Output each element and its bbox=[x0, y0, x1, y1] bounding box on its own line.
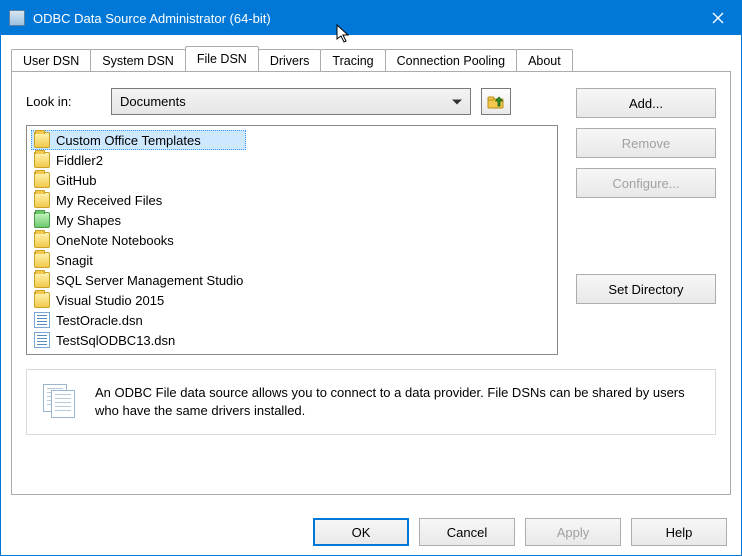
tab-about[interactable]: About bbox=[516, 49, 573, 72]
tab-user-dsn[interactable]: User DSN bbox=[11, 49, 91, 72]
help-button[interactable]: Help bbox=[631, 518, 727, 546]
tab-file-dsn[interactable]: File DSN bbox=[185, 46, 259, 71]
dialog-button-bar: OK Cancel Apply Help bbox=[1, 509, 741, 555]
file-item[interactable]: Visual Studio 2015 bbox=[31, 290, 246, 310]
lookin-and-filebox: Look in: Documents Custom Offic bbox=[26, 88, 558, 355]
file-item[interactable]: My Received Files bbox=[31, 190, 246, 210]
file-item-label: TestSqlODBC13.dsn bbox=[56, 333, 175, 348]
tab-system-dsn[interactable]: System DSN bbox=[90, 49, 186, 72]
tab-bar: User DSNSystem DSNFile DSNDriversTracing… bbox=[11, 45, 731, 71]
up-one-level-button[interactable] bbox=[481, 88, 511, 115]
file-item-label: Custom Office Templates bbox=[56, 133, 201, 148]
window-root: ODBC Data Source Administrator (64-bit) … bbox=[0, 0, 742, 556]
description-text: An ODBC File data source allows you to c… bbox=[95, 384, 699, 420]
file-item[interactable]: Custom Office Templates bbox=[31, 130, 246, 150]
folder-up-icon bbox=[487, 94, 505, 110]
file-item[interactable]: Snagit bbox=[31, 250, 246, 270]
folder-icon bbox=[34, 192, 50, 208]
file-item[interactable]: GitHub bbox=[31, 170, 246, 190]
lookin-value: Documents bbox=[120, 94, 186, 109]
description-icon bbox=[43, 384, 79, 418]
folder-icon bbox=[34, 272, 50, 288]
app-icon bbox=[9, 10, 25, 26]
window-title: ODBC Data Source Administrator (64-bit) bbox=[33, 11, 271, 26]
file-item-label: SQL Server Management Studio bbox=[56, 273, 243, 288]
configure-button: Configure... bbox=[576, 168, 716, 198]
file-item-label: Fiddler2 bbox=[56, 153, 103, 168]
ok-button[interactable]: OK bbox=[313, 518, 409, 546]
file-item-label: My Shapes bbox=[56, 213, 121, 228]
folder-icon bbox=[34, 252, 50, 268]
folder-green-icon bbox=[34, 212, 50, 228]
file-item-label: Visual Studio 2015 bbox=[56, 293, 164, 308]
file-item[interactable]: SQL Server Management Studio bbox=[31, 270, 246, 290]
description-panel: An ODBC File data source allows you to c… bbox=[26, 369, 716, 435]
file-item-label: OneNote Notebooks bbox=[56, 233, 174, 248]
remove-button: Remove bbox=[576, 128, 716, 158]
file-item-label: GitHub bbox=[56, 173, 96, 188]
file-item[interactable]: TestOracle.dsn bbox=[31, 310, 246, 330]
tab-connection-pooling[interactable]: Connection Pooling bbox=[385, 49, 517, 72]
file-item[interactable]: My Shapes bbox=[31, 210, 246, 230]
titlebar: ODBC Data Source Administrator (64-bit) bbox=[1, 1, 741, 35]
top-area: Look in: Documents Custom Offic bbox=[26, 88, 716, 355]
apply-button: Apply bbox=[525, 518, 621, 546]
client-area: User DSNSystem DSNFile DSNDriversTracing… bbox=[1, 35, 741, 509]
file-item[interactable]: OneNote Notebooks bbox=[31, 230, 246, 250]
file-item-label: Snagit bbox=[56, 253, 93, 268]
lookin-row: Look in: Documents bbox=[26, 88, 558, 115]
folder-icon bbox=[34, 172, 50, 188]
tab-page-file-dsn: Look in: Documents Custom Offic bbox=[11, 71, 731, 495]
add-button[interactable]: Add... bbox=[576, 88, 716, 118]
folder-icon bbox=[34, 132, 50, 148]
actions-column: Add... Remove Configure... Set Directory bbox=[576, 88, 716, 304]
tab-drivers[interactable]: Drivers bbox=[258, 49, 322, 72]
close-icon bbox=[712, 12, 724, 24]
folder-icon bbox=[34, 152, 50, 168]
file-item[interactable]: Fiddler2 bbox=[31, 150, 246, 170]
set-directory-button[interactable]: Set Directory bbox=[576, 274, 716, 304]
tab-tracing[interactable]: Tracing bbox=[320, 49, 385, 72]
close-button[interactable] bbox=[695, 1, 741, 35]
lookin-select[interactable]: Documents bbox=[111, 88, 471, 115]
file-item-label: TestOracle.dsn bbox=[56, 313, 143, 328]
file-item[interactable]: TestSqlODBC13.dsn bbox=[31, 330, 246, 350]
cancel-button[interactable]: Cancel bbox=[419, 518, 515, 546]
dsn-file-icon bbox=[34, 332, 50, 348]
file-listbox[interactable]: Custom Office Templates Fiddler2 GitHub My … bbox=[26, 125, 558, 355]
dsn-file-icon bbox=[34, 312, 50, 328]
file-item-label: My Received Files bbox=[56, 193, 162, 208]
folder-icon bbox=[34, 292, 50, 308]
lookin-label: Look in: bbox=[26, 94, 101, 109]
folder-icon bbox=[34, 232, 50, 248]
